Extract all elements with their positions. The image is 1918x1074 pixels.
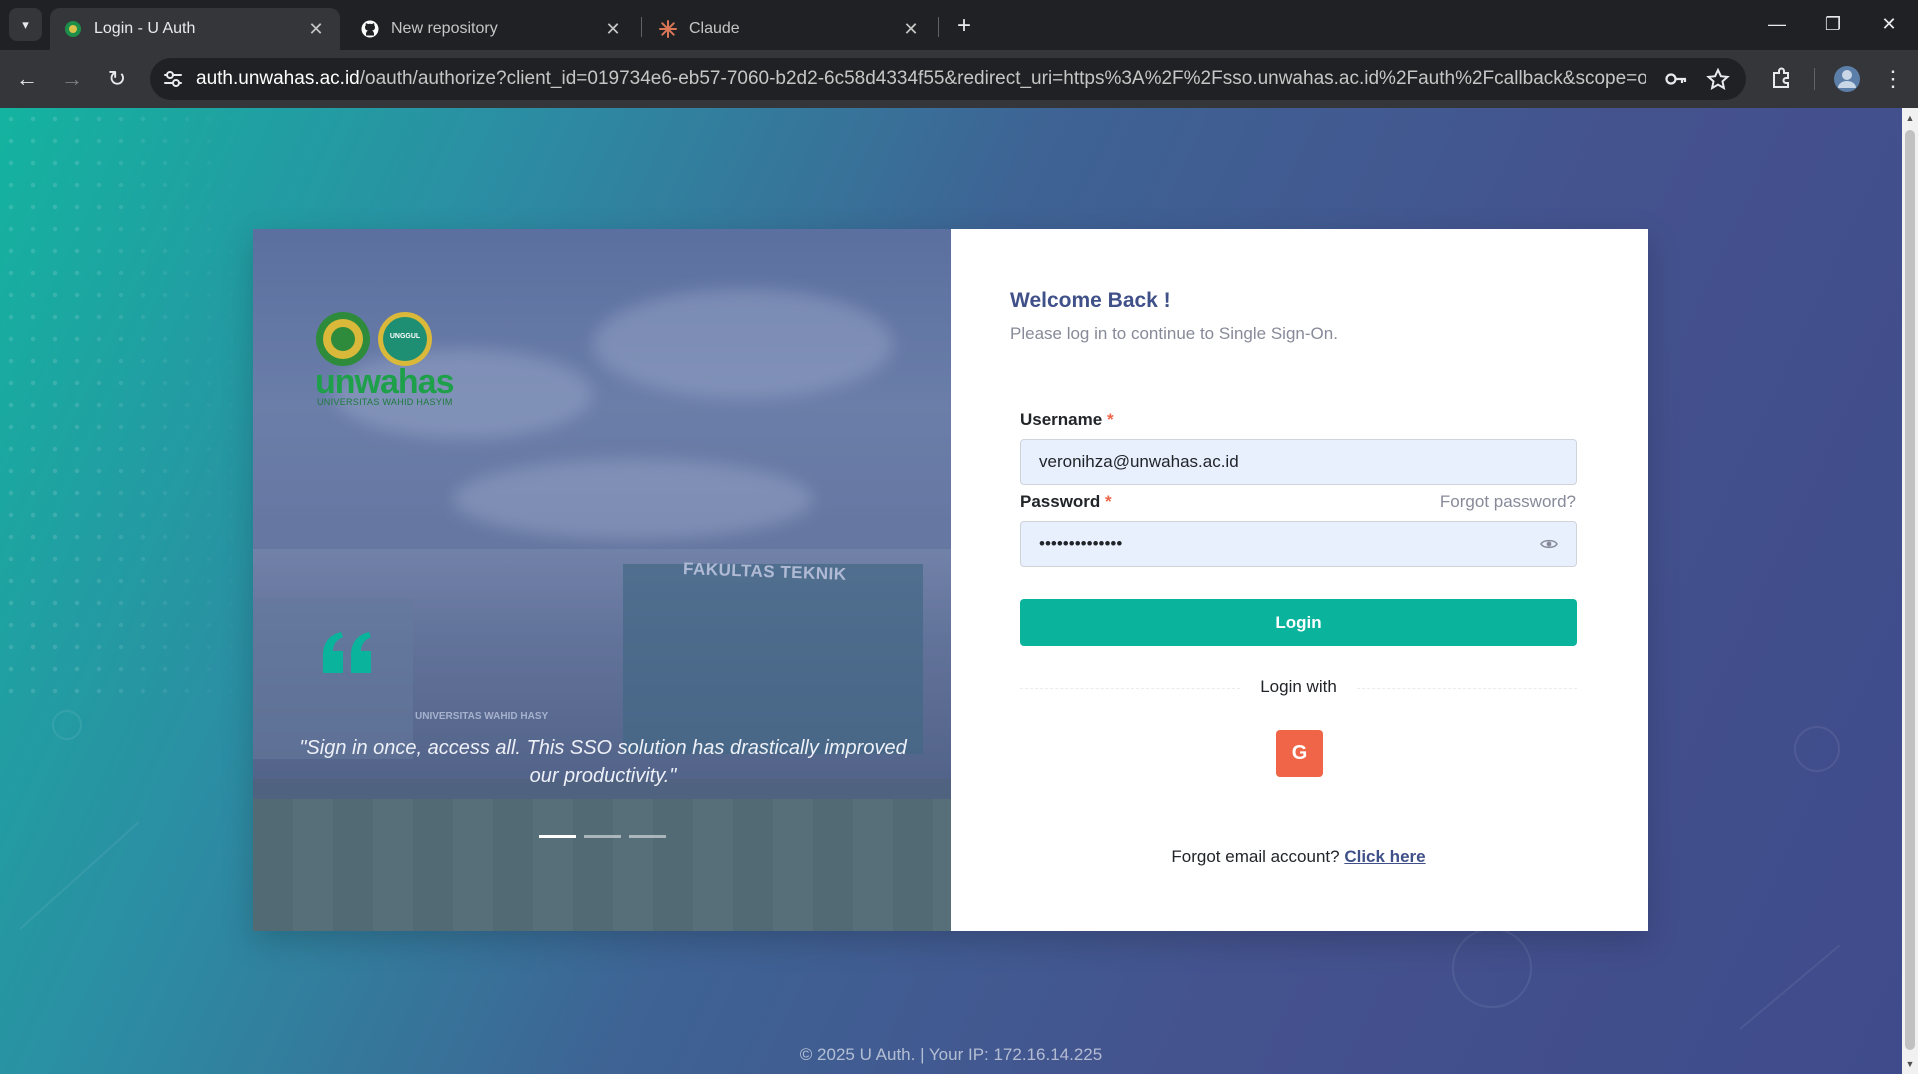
profile-avatar[interactable]: [1830, 62, 1864, 96]
arrow-left-icon: ←: [16, 66, 38, 91]
star-icon[interactable]: [1706, 68, 1730, 90]
scroll-up-icon[interactable]: ▲: [1902, 110, 1918, 126]
address-bar[interactable]: auth.unwahas.ac.id/oauth/authorize?clien…: [150, 58, 1746, 100]
login-form-panel: Welcome Back ! Please log in to continue…: [951, 229, 1648, 931]
unggul-badge-text: UNGGUL: [389, 333, 421, 340]
url-path: /oauth/authorize?client_id=019734e6-eb57…: [359, 68, 1646, 89]
google-login-button[interactable]: G: [1276, 730, 1323, 777]
password-input[interactable]: ••••••••••••••: [1020, 521, 1577, 567]
tab-title: Login - U Auth: [94, 20, 196, 37]
minimize-button[interactable]: —: [1754, 8, 1800, 40]
tab-claude[interactable]: Claude ✕: [645, 8, 935, 50]
decorative-circle: [1794, 726, 1840, 772]
reload-icon: ↻: [107, 66, 127, 91]
unwahas-logo: UNGGUL unwahas UNIVERSITAS WAHID HASYIM: [315, 311, 455, 407]
menu-button[interactable]: ⋮: [1876, 62, 1910, 96]
carousel-indicator-3[interactable]: [629, 835, 666, 838]
logo-subtext: UNIVERSITAS WAHID HASYIM: [317, 397, 453, 407]
login-button[interactable]: Login: [1020, 599, 1577, 646]
chevron-down-icon: ▾: [22, 16, 29, 32]
tab-title: Claude: [689, 20, 740, 37]
google-icon: G: [1291, 742, 1308, 764]
close-window-button[interactable]: ✕: [1866, 8, 1912, 40]
tab-strip: ▾ Login - U Auth ✕ New repository ✕ Clau…: [0, 0, 1918, 50]
username-label-text: Username: [1020, 410, 1103, 429]
back-button[interactable]: ←: [10, 62, 44, 96]
tab-login[interactable]: Login - U Auth ✕: [50, 8, 340, 50]
footer-text: © 2025 U Auth. | Your IP: 172.16.14.225: [799, 1045, 1103, 1064]
username-value: veronihza@unwahas.ac.id: [1039, 452, 1239, 471]
username-label: Username *: [1020, 410, 1114, 430]
more-vertical-icon: ⋮: [1882, 66, 1904, 91]
scroll-thumb[interactable]: [1905, 130, 1915, 1050]
forgot-email-text: Forgot email account?: [1171, 847, 1340, 866]
plus-icon: +: [956, 12, 971, 39]
login-with-text: Login with: [1240, 677, 1357, 696]
tab-new-repository[interactable]: New repository ✕: [347, 8, 637, 50]
dot-pattern: [0, 108, 260, 708]
arrow-right-icon: →: [61, 66, 83, 91]
reload-button[interactable]: ↻: [100, 62, 134, 96]
minimize-icon: —: [1768, 13, 1786, 34]
extensions-icon[interactable]: [1764, 62, 1798, 96]
site-settings-icon[interactable]: [162, 68, 184, 90]
toolbar-separator: [1814, 68, 1815, 90]
click-here-link[interactable]: Click here: [1344, 847, 1425, 866]
page-scrollbar[interactable]: ▲ ▼: [1902, 108, 1918, 1074]
decorative-line: [1739, 944, 1841, 1030]
tab-separator: [641, 17, 642, 37]
required-mark: *: [1105, 492, 1112, 511]
carousel-indicator-1[interactable]: [539, 835, 576, 838]
key-icon[interactable]: [1664, 68, 1688, 90]
carousel-indicators: [539, 835, 666, 838]
restore-icon: ❐: [1824, 13, 1842, 34]
carousel-indicator-2[interactable]: [584, 835, 621, 838]
password-value: ••••••••••••••: [1039, 534, 1123, 553]
page-background: FAKULTAS TEKNIK UNIVERSITAS WAHID HASY U…: [0, 108, 1902, 1074]
scroll-down-icon[interactable]: ▼: [1902, 1056, 1918, 1072]
login-with-heading: Login with: [1020, 677, 1577, 697]
testimonial-quote: "Sign in once, access all. This SSO solu…: [299, 737, 907, 787]
login-card: FAKULTAS TEKNIK UNIVERSITAS WAHID HASY U…: [253, 229, 1648, 931]
url-text[interactable]: auth.unwahas.ac.id/oauth/authorize?clien…: [196, 68, 1646, 90]
password-label: Password *: [1020, 492, 1112, 512]
close-icon: ✕: [1881, 13, 1897, 34]
decorative-circle: [52, 710, 82, 740]
browser-toolbar: ← → ↻ auth.unwahas.ac.id/oauth/authorize…: [0, 50, 1918, 108]
university-seal-icon: [316, 312, 370, 366]
eye-icon[interactable]: [1540, 537, 1558, 551]
tab-title: New repository: [391, 20, 498, 37]
forgot-email-row: Forgot email account? Click here: [1020, 847, 1577, 867]
forgot-password-link[interactable]: Forgot password?: [1431, 492, 1576, 512]
close-icon[interactable]: ✕: [306, 19, 326, 40]
unwahas-favicon-icon: [65, 21, 81, 37]
claude-icon: [659, 20, 677, 38]
tab-separator: [938, 17, 939, 37]
close-icon[interactable]: ✕: [603, 19, 623, 40]
decorative-circle: [1452, 928, 1532, 1008]
page-subtitle: Please log in to continue to Single Sign…: [1010, 324, 1338, 343]
hero-panel: FAKULTAS TEKNIK UNIVERSITAS WAHID HASY U…: [253, 229, 951, 931]
quote-icon: [323, 632, 371, 673]
restore-button[interactable]: ❐: [1810, 8, 1856, 40]
close-icon[interactable]: ✕: [901, 19, 921, 40]
username-input[interactable]: veronihza@unwahas.ac.id: [1020, 439, 1577, 485]
github-icon: [361, 20, 379, 38]
forward-button[interactable]: →: [55, 62, 89, 96]
page-title: Welcome Back !: [1010, 289, 1171, 312]
required-mark: *: [1106, 410, 1114, 429]
password-label-text: Password: [1020, 492, 1101, 511]
decorative-line: [19, 821, 140, 930]
new-tab-button[interactable]: +: [950, 12, 978, 40]
tab-search-button[interactable]: ▾: [9, 8, 42, 41]
url-host: auth.unwahas.ac.id: [196, 68, 360, 89]
